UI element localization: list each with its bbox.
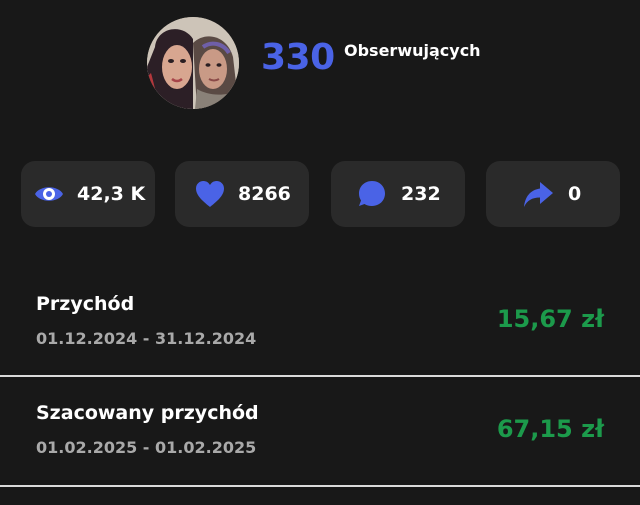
revenue-title: Przychód	[36, 293, 135, 315]
views-count: 42,3 K	[77, 183, 146, 205]
share-icon	[522, 178, 554, 210]
eye-icon	[33, 178, 65, 210]
estimated-revenue-date-range: 01.02.2025 - 01.02.2025	[36, 438, 257, 457]
creator-stats-page: 330 Obserwujących 42,3 K 8266 232 0 Przy…	[0, 0, 640, 505]
divider	[0, 375, 640, 377]
revenue-date-range: 01.12.2024 - 31.12.2024	[36, 329, 257, 348]
estimated-revenue-amount: 67,15 zł	[496, 415, 604, 443]
avatar[interactable]	[147, 17, 239, 109]
stat-shares[interactable]: 0	[486, 161, 620, 227]
likes-count: 8266	[238, 183, 291, 205]
stat-likes[interactable]: 8266	[175, 161, 309, 227]
stat-comments[interactable]: 232	[331, 161, 465, 227]
avatar-artwork	[147, 17, 239, 109]
stat-views[interactable]: 42,3 K	[21, 161, 155, 227]
followers-label: Obserwujących	[344, 41, 481, 60]
shares-count: 0	[568, 183, 582, 205]
comment-icon	[356, 178, 388, 210]
comments-count: 232	[401, 183, 441, 205]
estimated-revenue-title: Szacowany przychód	[36, 402, 259, 424]
divider	[0, 485, 640, 487]
heart-icon	[194, 178, 226, 210]
revenue-amount: 15,67 zł	[496, 305, 604, 333]
followers-count: 330	[261, 37, 335, 78]
